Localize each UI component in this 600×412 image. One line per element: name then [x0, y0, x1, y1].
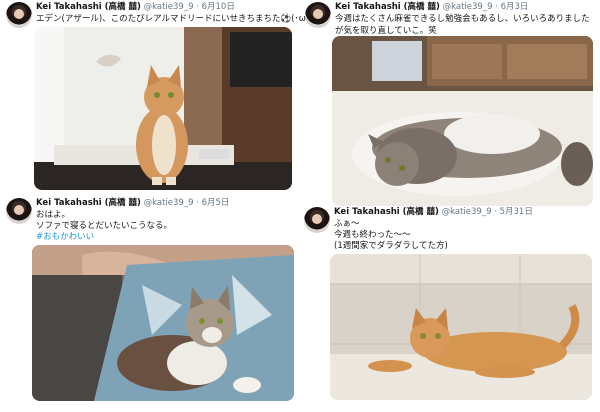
author-name[interactable]: Kei Takahashi (高橋 囍) [36, 2, 141, 12]
tweet-4[interactable]: Kei Takahashi (高橋 囍) @katie39_9 · 5月31日 … [304, 207, 596, 402]
tweet-date[interactable]: 5月31日 [500, 207, 533, 217]
tweet-photo[interactable] [332, 36, 593, 206]
author-name[interactable]: Kei Takahashi (高橋 囍) [334, 207, 439, 217]
author-handle[interactable]: @katie39_9 [144, 198, 194, 208]
tweet-2[interactable]: Kei Takahashi (高橋 囍) @katie39_9 · 6月3日 今… [305, 2, 595, 207]
tweet-text: (1週間家でダラダラしてた方) [334, 241, 448, 251]
tweet-1[interactable]: Kei Takahashi (高橋 囍) @katie39_9 · 6月10日 … [6, 2, 318, 192]
tweet-header: Kei Takahashi (高橋 囍) @katie39_9 · 6月3日 [335, 2, 528, 13]
tweet-photo[interactable] [34, 27, 292, 190]
tweet-date[interactable]: 6月5日 [202, 198, 230, 208]
tweet-text: 今週はたくさん麻雀できるし勉強会もあるし、いろいろありましたが気を取り直していこ… [335, 14, 590, 36]
separator: · [495, 2, 498, 12]
author-name[interactable]: Kei Takahashi (高橋 囍) [36, 198, 141, 208]
avatar[interactable] [305, 2, 331, 28]
separator: · [494, 207, 497, 217]
tweet-header: Kei Takahashi (高橋 囍) @katie39_9 · 5月31日 [334, 207, 533, 218]
author-handle[interactable]: @katie39_9 [443, 2, 493, 12]
tweet-date[interactable]: 6月10日 [202, 2, 235, 12]
hashtag-link[interactable]: #おもかわいい [36, 231, 94, 243]
avatar[interactable] [6, 198, 32, 224]
separator: · [196, 2, 199, 12]
tweet-header: Kei Takahashi (高橋 囍) @katie39_9 · 6月5日 [36, 198, 229, 209]
author-handle[interactable]: @katie39_9 [144, 2, 194, 12]
avatar[interactable] [6, 2, 32, 28]
tweet-photo[interactable] [32, 245, 294, 401]
avatar[interactable] [304, 207, 330, 233]
tweet-photo[interactable] [330, 254, 592, 400]
tweet-date[interactable]: 6月3日 [501, 2, 529, 12]
separator: · [196, 198, 199, 208]
author-handle[interactable]: @katie39_9 [442, 207, 492, 217]
tweet-3[interactable]: Kei Takahashi (高橋 囍) @katie39_9 · 6月5日 お… [6, 198, 296, 403]
tweet-header: Kei Takahashi (高橋 囍) @katie39_9 · 6月10日 [36, 2, 235, 13]
author-name[interactable]: Kei Takahashi (高橋 囍) [335, 2, 440, 12]
tweet-text: エデン(アザール)、このたびレアルマドリードにいせきちまちた⚽(･ω･`) [36, 14, 318, 24]
